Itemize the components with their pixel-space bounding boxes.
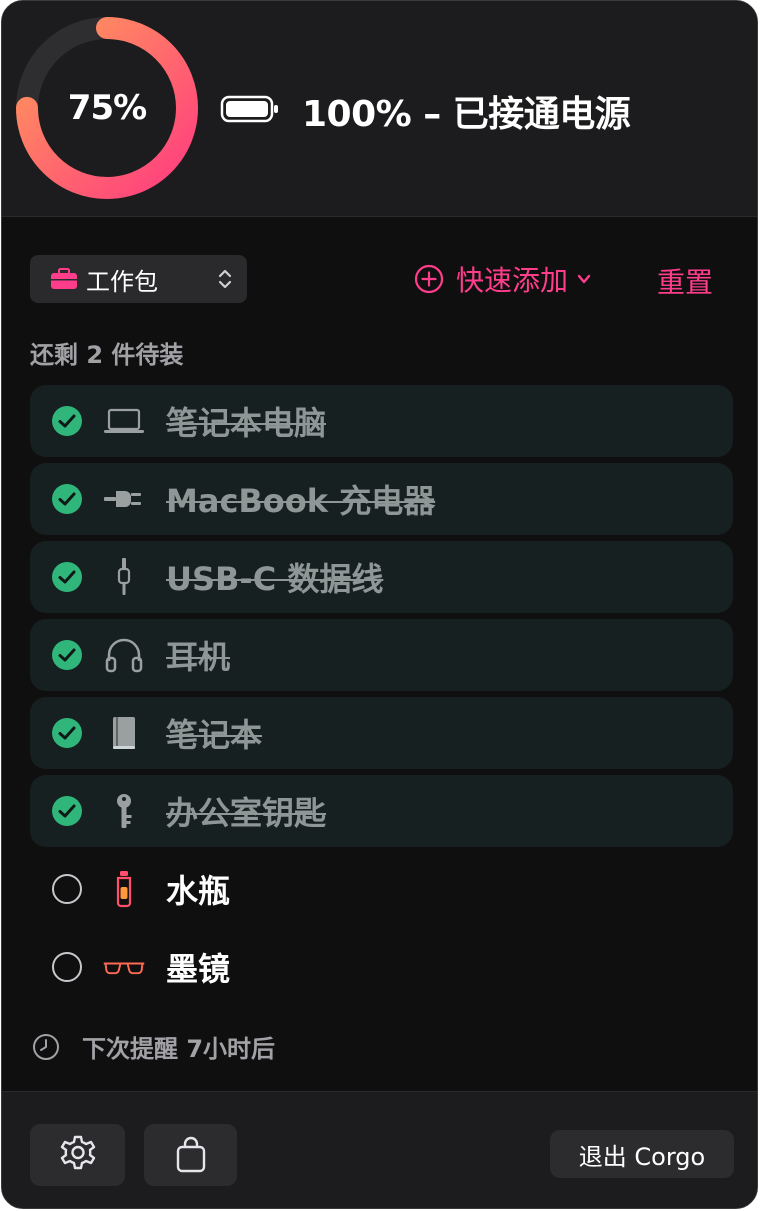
shopping-bag-button[interactable] <box>144 1124 237 1186</box>
gear-icon <box>60 1135 95 1170</box>
item-label: 耳机 <box>166 638 231 676</box>
reset-button[interactable]: 重置 <box>657 261 713 301</box>
list-item[interactable]: 笔记本 <box>30 697 733 769</box>
item-label: MacBook 充电器 <box>166 482 436 520</box>
headphones-icon <box>102 635 146 675</box>
list-item[interactable]: 笔记本电脑 <box>30 385 733 457</box>
item-label: 笔记本 <box>166 716 263 754</box>
packing-list: 笔记本电脑 MacBook 充电器 USB-C 数据线 耳机 笔记本 办公室钥匙… <box>30 385 733 1009</box>
checked-icon[interactable] <box>51 561 83 593</box>
item-label: 笔记本电脑 <box>166 404 327 442</box>
notebook-icon <box>102 713 146 753</box>
plus-circle-icon <box>414 264 444 294</box>
item-label: 墨镜 <box>166 950 231 988</box>
chevron-down-icon <box>577 274 591 284</box>
water-bottle-icon <box>102 869 146 909</box>
clock-icon <box>33 1033 59 1060</box>
battery-status: 100% – 已接通电源 <box>302 94 631 135</box>
item-label: 水瓶 <box>166 872 231 910</box>
shopping-bag-icon <box>176 1136 205 1173</box>
list-item[interactable]: MacBook 充电器 <box>30 463 733 535</box>
laptop-icon <box>102 401 146 441</box>
list-item[interactable]: USB-C 数据线 <box>30 541 733 613</box>
quick-add-button[interactable]: 快速添加 <box>414 259 592 299</box>
quick-add-label: 快速添加 <box>456 264 569 297</box>
list-item[interactable]: 水瓶 <box>30 853 733 925</box>
plug-icon <box>102 479 146 519</box>
checked-icon[interactable] <box>51 483 83 515</box>
checked-icon[interactable] <box>51 639 83 671</box>
list-item[interactable]: 墨镜 <box>30 931 733 1003</box>
updown-chevron-icon <box>218 269 232 289</box>
packing-panel: 75% 100% – 已接通电源 工作包 快速添加 重置 还剩 2 件待装 笔记… <box>1 0 758 1209</box>
sunglasses-icon <box>102 947 146 987</box>
battery-fill <box>226 101 268 117</box>
item-label: USB-C 数据线 <box>166 560 384 598</box>
checked-icon[interactable] <box>51 795 83 827</box>
unchecked-icon[interactable] <box>51 951 83 983</box>
quit-button[interactable]: 退出 Corgo <box>550 1130 734 1178</box>
key-icon <box>102 791 146 831</box>
progress-percent: 75% <box>67 88 147 128</box>
cable-icon <box>102 557 146 597</box>
header: 75% 100% – 已接通电源 <box>2 1 757 217</box>
checked-icon[interactable] <box>51 405 83 437</box>
list-item[interactable]: 办公室钥匙 <box>30 775 733 847</box>
list-item[interactable]: 耳机 <box>30 619 733 691</box>
reminder-text: 下次提醒 7小时后 <box>82 1035 276 1063</box>
item-label: 办公室钥匙 <box>166 794 327 832</box>
next-reminder: 下次提醒 7小时后 <box>32 1029 275 1064</box>
remaining-count: 还剩 2 件待装 <box>30 341 184 369</box>
settings-button[interactable] <box>30 1124 125 1186</box>
briefcase-icon <box>51 268 77 289</box>
bag-selector[interactable]: 工作包 <box>30 255 247 303</box>
footer: 退出 Corgo <box>2 1091 757 1208</box>
bag-selector-label: 工作包 <box>86 267 158 296</box>
checked-icon[interactable] <box>51 717 83 749</box>
unchecked-icon[interactable] <box>51 873 83 905</box>
battery-icon <box>220 95 278 123</box>
